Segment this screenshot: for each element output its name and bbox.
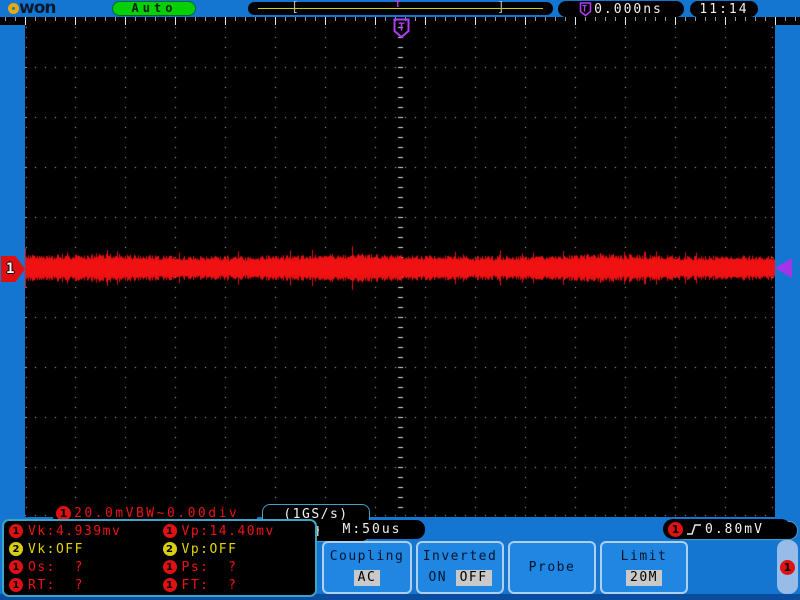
measurement-risetime: 1 RT: ? [6,578,160,593]
owon-logo: won [8,0,56,17]
measurement-preshoot: 1 Ps: ? [160,560,314,575]
inverted-button[interactable]: Inverted ON OFF [416,541,504,594]
trigger-position-letter: T [395,0,401,10]
coupling-value: AC [353,570,381,586]
trigger-level-readout: 1 0.80mV [663,519,791,539]
trigger-time-value: 0.000ns [594,1,663,17]
svg-text:T: T [398,21,405,34]
waveform-canvas [25,25,775,517]
window-left-bracket: [ [291,0,299,15]
channel-1-badge: 1 [9,578,23,592]
trigger-t-icon: T [579,1,592,17]
channel-1-badge: 1 [780,559,795,575]
channel-1-badge: 1 [9,524,23,538]
probe-button[interactable]: Probe [508,541,596,594]
limit-button[interactable]: Limit 20M [600,541,688,594]
oscilloscope-screen: won Auto [ ] T T 0.000ns 11:14 T 1 20.0m… [0,0,800,600]
limit-value: 20M [626,570,662,586]
measurement-vk-ch1: 1 Vk:4.939mv [6,524,160,539]
owon-logo-ring-icon [8,3,19,14]
channel-page-indicator[interactable]: 1 [777,540,798,594]
channel-1-badge: 1 [162,524,177,538]
measurements-panel: 1 Vk:4.939mv 1 Vp:14.40mv 2 Vk:OFF 2 Vp:… [2,519,317,597]
channel-1-badge: 1 [162,560,177,574]
limit-label: Limit [620,549,668,564]
coupling-label: Coupling [329,549,405,564]
coupling-button[interactable]: Coupling AC [322,541,412,594]
channel1-position-marker: 1 [1,256,25,282]
top-bar: won Auto [ ] T T 0.000ns 11:14 [0,0,800,17]
rising-edge-icon [687,523,701,535]
trigger-time-readout: T 0.000ns [558,1,684,17]
channel-1-badge: 1 [162,578,177,592]
svg-text:T: T [582,4,589,14]
channel-2-badge: 2 [162,542,177,556]
channel-1-badge: 1 [9,560,23,574]
window-right-bracket: ] [497,0,505,15]
trigger-mode-badge: Auto [112,1,196,16]
trigger-level-value: 0.80mV [705,521,764,537]
measurement-overshoot: 1 Os: ? [6,560,160,575]
clock: 11:14 [690,1,758,17]
waveform-display: 1 20.0mVBW~0.00div 2 20.0mVBW~-2.00div (… [25,25,798,542]
timebase-readout: M:50us [319,520,425,539]
inverted-on-option: ON [428,570,448,585]
inverted-label: Inverted [422,549,498,564]
probe-label: Probe [528,560,576,575]
trigger-position-marker-icon: T [393,18,410,39]
channel-2-badge: 2 [9,542,23,556]
trigger-level-arrow-icon [775,258,792,278]
measurement-vp-ch2: 2 Vp:OFF [160,542,314,557]
inverted-off-option: OFF [455,570,492,586]
horizontal-position-bar: [ ] T [248,0,553,15]
measurement-vk-ch2: 2 Vk:OFF [6,542,160,557]
measurement-vp-ch1: 1 Vp:14.40mv [160,524,314,539]
owon-logo-text: won [19,0,56,18]
measurement-falltime: 1 FT: ? [160,578,314,593]
channel-1-badge: 1 [668,521,683,537]
